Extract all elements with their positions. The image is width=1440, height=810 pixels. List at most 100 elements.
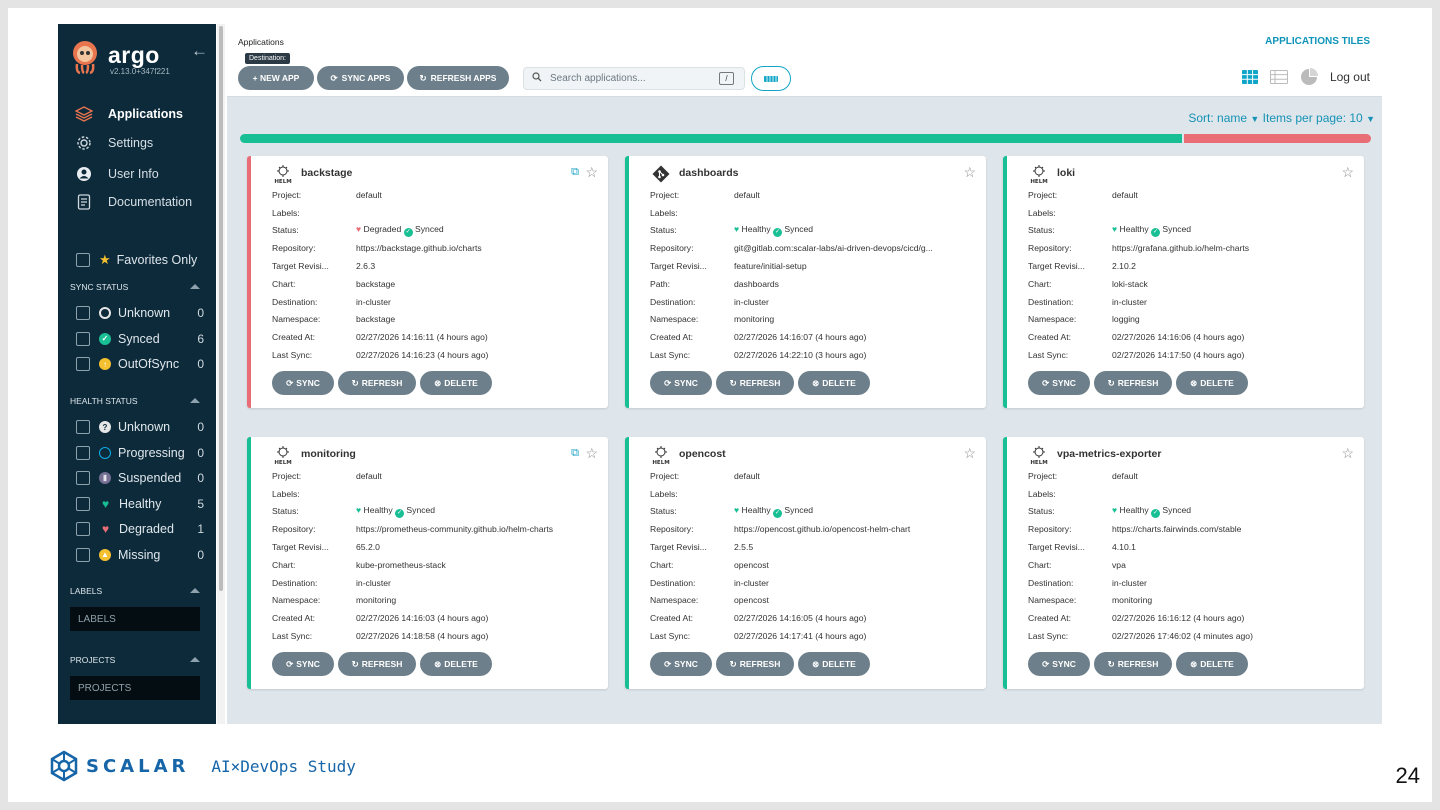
app-name[interactable]: dashboards bbox=[679, 167, 739, 179]
app-name[interactable]: vpa-metrics-exporter bbox=[1057, 448, 1161, 460]
filter-missing[interactable]: ▲ Missing 0 bbox=[76, 547, 204, 562]
refresh-button[interactable]: ↻ REFRESH bbox=[338, 652, 416, 676]
checkbox[interactable] bbox=[76, 331, 90, 346]
favorite-star-icon[interactable]: ☆ bbox=[1341, 164, 1354, 181]
sort-controls[interactable]: Sort: name ▼ Items per page: 10 ▼ bbox=[1188, 111, 1375, 125]
checkbox[interactable] bbox=[76, 253, 90, 267]
scrollbar-thumb[interactable] bbox=[219, 26, 223, 591]
sync-button[interactable]: ⟳ SYNC bbox=[272, 371, 334, 395]
logout-link[interactable]: Log out bbox=[1330, 70, 1370, 84]
collapse-sidebar-icon[interactable]: ← bbox=[191, 41, 208, 61]
refresh-button[interactable]: ↻ REFRESH bbox=[338, 371, 416, 395]
filter-count: 0 bbox=[197, 445, 204, 460]
nav-settings[interactable]: Settings bbox=[74, 135, 153, 151]
sync-button[interactable]: ⟳ SYNC bbox=[1028, 652, 1090, 676]
button-label: DELETE bbox=[822, 659, 856, 669]
field-value: in-cluster bbox=[734, 296, 769, 307]
favorite-star-icon[interactable]: ☆ bbox=[1341, 445, 1354, 462]
filter-count: 0 bbox=[197, 306, 204, 320]
breadcrumb[interactable]: Applications bbox=[238, 37, 284, 47]
external-link-icon[interactable]: ⧉ bbox=[571, 166, 579, 179]
checkbox[interactable] bbox=[76, 306, 90, 320]
delete-button[interactable]: ⊗ DELETE bbox=[1176, 652, 1248, 676]
button-label: DELETE bbox=[444, 659, 478, 669]
refresh-button[interactable]: ↻ REFRESH bbox=[716, 371, 794, 395]
projects-filter-input[interactable]: PROJECTS bbox=[70, 676, 200, 700]
sync-apps-button[interactable]: ⟳ SYNC APPS bbox=[317, 66, 404, 90]
app-name[interactable]: opencost bbox=[679, 448, 726, 460]
main-scrollbar[interactable] bbox=[1382, 24, 1384, 724]
favorite-star-icon[interactable]: ☆ bbox=[585, 164, 598, 181]
sync-button[interactable]: ⟳ SYNC bbox=[650, 652, 712, 676]
refresh-apps-button[interactable]: ↻ REFRESH APPS bbox=[407, 66, 509, 90]
delete-button[interactable]: ⊗ DELETE bbox=[1176, 371, 1248, 395]
summary-view-icon[interactable] bbox=[1300, 68, 1318, 86]
refresh-button[interactable]: ↻ REFRESH bbox=[1094, 652, 1172, 676]
delete-button[interactable]: ⊗ DELETE bbox=[798, 371, 870, 395]
tiles-view-icon[interactable] bbox=[1241, 70, 1258, 84]
field-value: 02/27/2026 14:18:58 (4 hours ago) bbox=[356, 631, 489, 642]
delete-button[interactable]: ⊗ DELETE bbox=[420, 652, 492, 676]
favorite-star-icon[interactable]: ☆ bbox=[963, 445, 976, 462]
filter-unknown[interactable]: ? Unknown 0 bbox=[76, 420, 204, 434]
favorites-filter[interactable]: ★ Favorites Only bbox=[76, 252, 204, 268]
namespace-filter-button[interactable] bbox=[751, 66, 791, 91]
filter-unknown[interactable]: Unknown 0 bbox=[76, 306, 204, 320]
app-card-backstage[interactable]: HELM backstage ⧉ ☆ Project: default Label… bbox=[247, 156, 608, 408]
sync-button[interactable]: ⟳ SYNC bbox=[272, 652, 334, 676]
new-app-button[interactable]: + NEW APP bbox=[238, 66, 314, 90]
status-value: ♥ Healthy ✓ Synced bbox=[734, 224, 976, 237]
app-card-loki[interactable]: HELM loki ☆ Project: default Labels: Stat… bbox=[1003, 156, 1364, 408]
app-card-monitoring[interactable]: HELM monitoring ⧉ ☆ Project: default Labe… bbox=[247, 437, 608, 689]
favorite-star-icon[interactable]: ☆ bbox=[585, 445, 598, 462]
nav-user-info[interactable]: User Info bbox=[74, 166, 159, 182]
items-per-page-dropdown[interactable]: Items per page: 10 bbox=[1263, 111, 1363, 125]
status-value: ♥ Healthy ✓ Synced bbox=[1112, 224, 1354, 237]
sidebar: argo v2.13.0+347f221 ← Applications Sett… bbox=[58, 24, 216, 724]
field-value: git@gitlab.com:scalar-labs/ai-driven-dev… bbox=[734, 243, 933, 254]
checkbox[interactable] bbox=[76, 496, 90, 511]
sort-dropdown[interactable]: Sort: name bbox=[1188, 111, 1247, 125]
nav-documentation[interactable]: Documentation bbox=[74, 194, 192, 210]
filter-suspended[interactable]: Ⅱ Suspended 0 bbox=[76, 471, 204, 485]
checkbox[interactable] bbox=[76, 471, 90, 485]
filter-healthy[interactable]: ♥ Healthy 5 bbox=[76, 496, 204, 511]
checkbox[interactable] bbox=[76, 357, 90, 371]
checkbox[interactable] bbox=[76, 547, 90, 562]
filter-progressing[interactable]: Progressing 0 bbox=[76, 445, 204, 460]
labels-section-title[interactable]: LABELS bbox=[70, 586, 200, 596]
external-link-icon[interactable]: ⧉ bbox=[571, 447, 579, 460]
app-name[interactable]: loki bbox=[1057, 167, 1075, 179]
app-card-dashboards[interactable]: dashboards ☆ Project: default Labels: Sta… bbox=[625, 156, 986, 408]
app-card-opencost[interactable]: HELM opencost ☆ Project: default Labels: … bbox=[625, 437, 986, 689]
field-value: monitoring bbox=[734, 314, 775, 325]
sync-button[interactable]: ⟳ SYNC bbox=[1028, 371, 1090, 395]
list-view-icon[interactable] bbox=[1269, 70, 1288, 84]
delete-button[interactable]: ⊗ DELETE bbox=[420, 371, 492, 395]
filter-degraded[interactable]: ♥ Degraded 1 bbox=[76, 522, 204, 536]
filter-count: 0 bbox=[197, 357, 204, 371]
checkbox[interactable] bbox=[76, 522, 90, 536]
sync-icon: ⟳ bbox=[286, 658, 294, 669]
nav-applications[interactable]: Applications bbox=[74, 106, 183, 122]
projects-section-title[interactable]: PROJECTS bbox=[70, 655, 200, 665]
detail-row: Status: ♥ Healthy ✓ Synced bbox=[1028, 503, 1354, 521]
checkbox[interactable] bbox=[76, 445, 90, 460]
filter-outofsync[interactable]: ↑ OutOfSync 0 bbox=[76, 357, 204, 371]
filter-synced[interactable]: ✓ Synced 6 bbox=[76, 331, 204, 346]
refresh-button[interactable]: ↻ REFRESH bbox=[1094, 371, 1172, 395]
sync-button[interactable]: ⟳ SYNC bbox=[650, 371, 712, 395]
main-content: Applications APPLICATIONS TILES Destinat… bbox=[227, 24, 1382, 724]
checkbox[interactable] bbox=[76, 420, 90, 434]
delete-button[interactable]: ⊗ DELETE bbox=[798, 652, 870, 676]
search-input[interactable]: Search applications... / bbox=[523, 67, 745, 90]
refresh-button[interactable]: ↻ REFRESH bbox=[716, 652, 794, 676]
app-card-vpa-metrics-exporter[interactable]: HELM vpa-metrics-exporter ☆ Project: defa… bbox=[1003, 437, 1364, 689]
labels-filter-input[interactable]: LABELS bbox=[70, 607, 200, 631]
health-status-section-title[interactable]: HEALTH STATUS bbox=[70, 396, 200, 406]
favorite-star-icon[interactable]: ☆ bbox=[963, 164, 976, 181]
sidebar-scrollbar[interactable] bbox=[217, 24, 225, 724]
app-name[interactable]: monitoring bbox=[301, 448, 356, 460]
sync-status-section-title[interactable]: SYNC STATUS bbox=[70, 282, 200, 292]
app-name[interactable]: backstage bbox=[301, 167, 352, 179]
